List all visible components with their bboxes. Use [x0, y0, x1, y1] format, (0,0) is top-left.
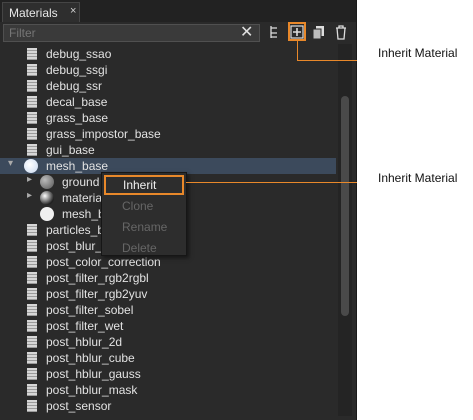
list-item-label: post_filter_wet — [46, 319, 124, 333]
list-item[interactable]: post_hblur_gauss — [0, 366, 336, 382]
sphere-icon — [24, 159, 38, 173]
list-item-label: gui_base — [46, 143, 95, 157]
material-file-icon — [27, 128, 37, 140]
list-item[interactable]: decal_base — [0, 94, 336, 110]
material-file-icon — [27, 272, 37, 284]
list-item[interactable]: post_sensor — [0, 398, 336, 414]
list-item-label: post_hblur_gauss — [46, 367, 141, 381]
hierarchy-icon[interactable] — [268, 24, 284, 40]
expand-arrow-icon[interactable]: ▸ — [27, 174, 32, 185]
list-item-label: mesh_b — [62, 207, 105, 221]
list-item-label: mesh_base — [46, 159, 109, 173]
materials-panel: Materials × ✕ debug_ssao debug_ssgi debug_… — [0, 0, 357, 420]
callout-line — [297, 60, 357, 61]
list-item[interactable]: debug_ssgi — [0, 62, 336, 78]
list-item-label: ground — [62, 175, 100, 189]
menu-item-label: Rename — [122, 220, 168, 234]
material-file-icon — [27, 256, 37, 268]
material-file-icon — [27, 336, 37, 348]
list-item-label: grass_impostor_base — [46, 127, 161, 141]
list-item-label: debug_ssgi — [46, 63, 108, 77]
list-item[interactable]: grass_base — [0, 110, 336, 126]
material-file-icon — [27, 80, 37, 92]
menu-item-label: Clone — [122, 199, 154, 213]
material-file-icon — [27, 48, 37, 60]
callout-line — [297, 41, 298, 60]
tab-bar: Materials × — [0, 0, 356, 22]
tab-label: Materials — [9, 6, 58, 20]
sphere-icon — [40, 175, 54, 189]
trash-icon[interactable] — [333, 24, 349, 40]
list-item-label: post_filter_rgb2rgbl — [46, 271, 149, 285]
close-icon[interactable]: × — [70, 5, 76, 17]
material-file-icon — [27, 112, 37, 124]
list-item[interactable]: post_filter_sobel — [0, 302, 336, 318]
material-file-icon — [27, 224, 37, 236]
material-file-icon — [27, 400, 37, 412]
list-item-label: materia — [62, 191, 103, 205]
callout-inherit-material-menu: Inherit Material — [378, 171, 458, 185]
material-file-icon — [27, 240, 37, 252]
list-item-label: post_filter_rgb2yuv — [46, 287, 148, 301]
menu-item-label: Delete — [122, 241, 157, 255]
material-file-icon — [27, 96, 37, 108]
material-file-icon — [27, 304, 37, 316]
list-item[interactable]: post_hblur_cube — [0, 350, 336, 366]
callout-line — [186, 182, 357, 183]
list-item-label: decal_base — [46, 95, 108, 109]
list-item-label: post_blur_ — [46, 239, 103, 253]
list-item-label: post_hblur_mask — [46, 383, 138, 397]
list-item-label: debug_ssao — [46, 47, 112, 61]
callout-inherit-material-toolbar: Inherit Material — [378, 46, 458, 60]
menu-item-delete: Delete — [102, 238, 186, 258]
expand-arrow-icon[interactable]: ▸ — [27, 190, 32, 201]
list-item-label: post_hblur_2d — [46, 335, 123, 349]
expand-arrow-icon[interactable]: ▾ — [8, 158, 13, 169]
list-item-label: post_filter_sobel — [46, 303, 134, 317]
list-item[interactable]: debug_ssao — [0, 46, 336, 62]
scrollbar-thumb[interactable] — [341, 96, 349, 316]
sphere-icon — [40, 207, 54, 221]
sphere-icon — [40, 191, 54, 205]
tab-materials[interactable]: Materials × — [2, 2, 80, 22]
menu-item-clone: Clone — [102, 196, 186, 216]
material-file-icon — [27, 384, 37, 396]
context-menu: Inherit Clone Rename Delete — [101, 172, 187, 256]
material-file-icon — [27, 288, 37, 300]
material-file-icon — [27, 368, 37, 380]
filter-input[interactable] — [3, 24, 260, 42]
list-item[interactable]: debug_ssr — [0, 78, 336, 94]
list-item[interactable]: grass_impostor_base — [0, 126, 336, 142]
inherit-material-icon[interactable] — [289, 24, 305, 40]
material-file-icon — [27, 64, 37, 76]
scrollbar[interactable] — [338, 44, 352, 416]
list-item-label: post_hblur_cube — [46, 351, 135, 365]
list-item-label: particles_b — [46, 223, 105, 237]
list-item-label: debug_ssr — [46, 79, 103, 93]
menu-item-inherit[interactable]: Inherit — [104, 175, 184, 195]
copy-icon[interactable] — [311, 24, 327, 40]
list-item[interactable]: post_hblur_mask — [0, 382, 336, 398]
list-item[interactable]: post_filter_wet — [0, 318, 336, 334]
menu-item-label: Inherit — [123, 178, 157, 192]
list-item[interactable]: post_hblur_2d — [0, 334, 336, 350]
list-item[interactable]: gui_base — [0, 142, 336, 158]
material-file-icon — [27, 320, 37, 332]
menu-item-rename: Rename — [102, 217, 186, 237]
material-file-icon — [27, 352, 37, 364]
list-item[interactable]: post_filter_rgb2rgbl — [0, 270, 336, 286]
list-item[interactable]: post_filter_rgb2yuv — [0, 286, 336, 302]
list-item-label: post_sensor — [46, 399, 112, 413]
material-file-icon — [27, 144, 37, 156]
clear-filter-icon[interactable]: ✕ — [240, 22, 253, 42]
list-item-label: grass_base — [46, 111, 109, 125]
